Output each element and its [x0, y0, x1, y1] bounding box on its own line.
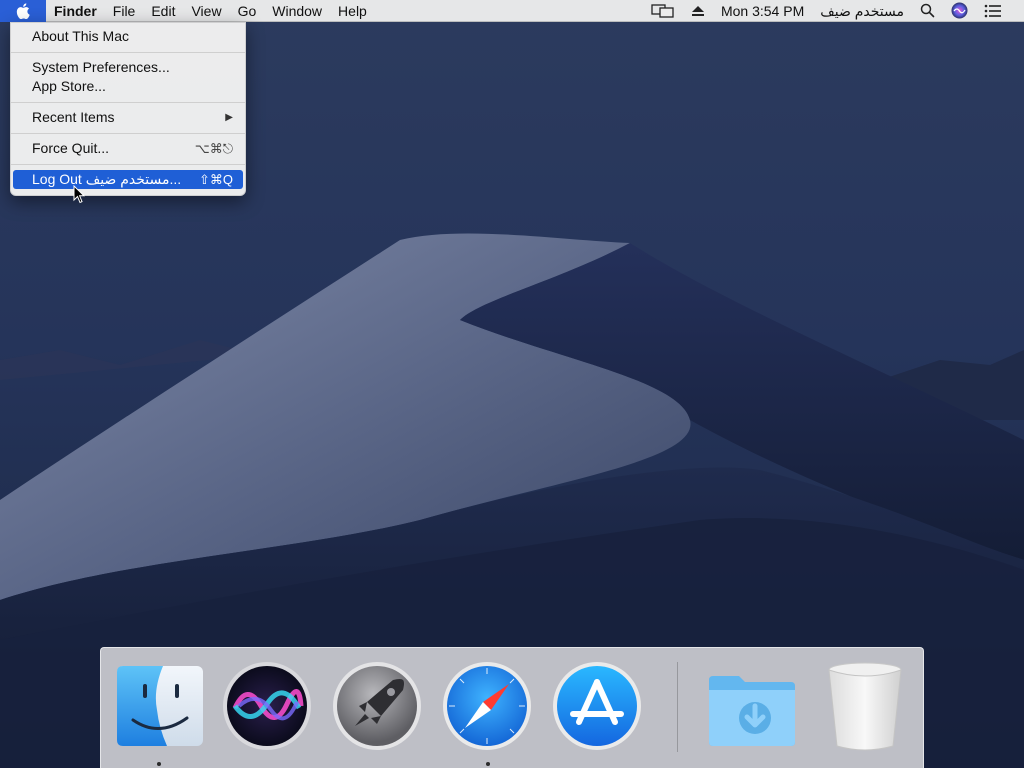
menu-item-label: Log Out مستخدم ضيف... [32, 171, 182, 187]
menu-separator [11, 133, 245, 134]
menu-separator [11, 102, 245, 103]
menu-go[interactable]: Go [230, 0, 265, 22]
mouse-cursor-icon [73, 185, 85, 204]
menu-app-name[interactable]: Finder [46, 0, 105, 22]
launchpad-icon[interactable] [331, 660, 423, 752]
menu-bar: Finder File Edit View Go Window Help Mon… [0, 0, 1024, 22]
app-store-icon[interactable] [551, 660, 643, 752]
apple-logo-icon [16, 2, 30, 19]
menu-file[interactable]: File [105, 0, 144, 22]
dock [100, 647, 924, 768]
keyboard-shortcut: ⌥⌘⎋ [194, 141, 233, 156]
menu-item-label: Recent Items [32, 109, 115, 125]
menu-item-about-this-mac[interactable]: About This Mac [11, 27, 245, 46]
notification-center-icon[interactable] [976, 0, 1010, 22]
submenu-arrow-icon: ▶ [225, 112, 233, 123]
trash-icon[interactable] [819, 660, 911, 752]
menu-item-label: System Preferences... [32, 59, 170, 75]
apple-dropdown-menu: About This Mac System Preferences... App… [10, 22, 246, 196]
finder-icon[interactable] [113, 660, 205, 752]
menu-item-recent-items[interactable]: Recent Items ▶ [11, 108, 245, 127]
safari-icon[interactable] [441, 660, 533, 752]
menu-separator [11, 52, 245, 53]
siri-icon[interactable] [943, 0, 976, 22]
menu-separator [11, 164, 245, 165]
menu-item-label: About This Mac [32, 28, 130, 44]
eject-icon[interactable] [683, 0, 713, 22]
menu-item-log-out[interactable]: Log Out مستخدم ضيف... ⇧⌘Q [13, 170, 243, 189]
menu-window[interactable]: Window [264, 0, 330, 22]
menu-edit[interactable]: Edit [143, 0, 183, 22]
apple-menu-button[interactable] [0, 0, 46, 22]
menu-item-label: App Store... [32, 78, 106, 94]
siri-icon[interactable] [221, 660, 313, 752]
menu-item-app-store[interactable]: App Store... [11, 77, 245, 96]
clock[interactable]: Mon 3:54 PM [713, 0, 812, 22]
menu-item-force-quit[interactable]: Force Quit... ⌥⌘⎋ [11, 139, 245, 158]
menu-view[interactable]: View [183, 0, 229, 22]
current-user-name[interactable]: مستخدم ضيف [812, 0, 912, 22]
dock-divider [677, 662, 678, 752]
menu-item-label: Force Quit... [32, 140, 110, 156]
downloads-folder-icon[interactable] [705, 660, 797, 752]
menu-help[interactable]: Help [330, 0, 375, 22]
running-indicator [486, 762, 490, 766]
menu-item-system-preferences[interactable]: System Preferences... [11, 58, 245, 77]
display-mirror-icon[interactable] [643, 0, 683, 22]
running-indicator [157, 762, 161, 766]
keyboard-shortcut: ⇧⌘Q [198, 172, 233, 187]
search-icon[interactable] [912, 0, 943, 22]
